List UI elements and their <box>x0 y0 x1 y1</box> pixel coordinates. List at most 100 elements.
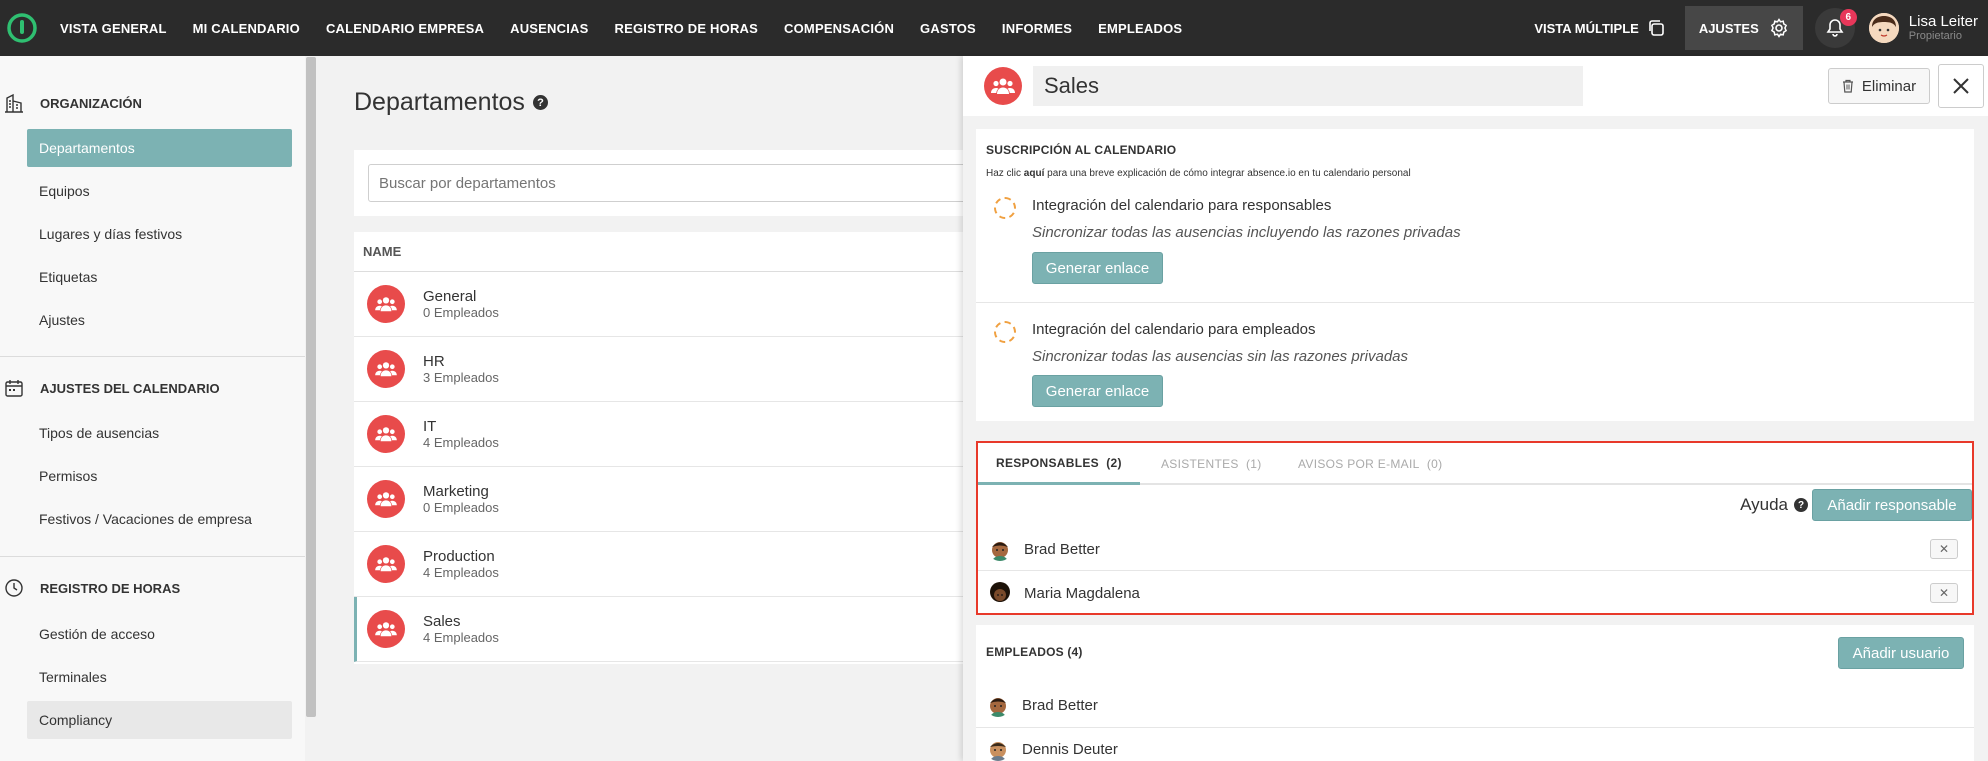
notification-badge: 6 <box>1839 9 1857 26</box>
user-menu[interactable]: Lisa Leiter Propietario <box>1868 12 1978 43</box>
ayuda-label: Ayuda <box>1740 495 1788 514</box>
sidebar-item-permisos[interactable]: Permisos <box>27 457 292 495</box>
settings-sidebar: ORGANIZACIÓN Departamentos Equipos Lugar… <box>0 56 305 761</box>
avatar <box>988 537 1012 561</box>
nav-vista-general[interactable]: VISTA GENERAL <box>60 21 167 36</box>
section-calendario: AJUSTES DEL CALENDARIO <box>0 378 220 398</box>
department-row[interactable]: IT 4 Empleados <box>354 402 974 467</box>
department-employee-count: 4 Empleados <box>423 434 499 450</box>
divider <box>976 302 1974 303</box>
avatar <box>986 737 1010 761</box>
employee-row[interactable]: Brad Better <box>976 683 1970 727</box>
department-row[interactable]: Sales 4 Empleados <box>354 597 974 662</box>
department-name: General <box>423 287 477 305</box>
ajustes-button[interactable]: AJUSTES <box>1684 6 1803 50</box>
sidebar-item-etiquetas[interactable]: Etiquetas <box>27 258 292 296</box>
nav-calendario-empresa[interactable]: CALENDARIO EMPRESA <box>326 21 484 36</box>
sidebar-item-ajustes[interactable]: Ajustes <box>27 301 292 339</box>
tab-avisos-email[interactable]: AVISOS POR E-MAIL (0) <box>1298 443 1442 485</box>
building-icon <box>5 93 23 113</box>
sidebar-item-tipos-ausencias[interactable]: Tipos de ausencias <box>27 414 292 452</box>
user-name: Lisa Leiter <box>1908 12 1978 30</box>
department-name: HR <box>423 352 445 370</box>
vista-multiple-button[interactable]: VISTA MÚLTIPLE <box>1534 19 1664 37</box>
add-user-button[interactable]: Añadir usuario <box>1838 637 1964 669</box>
search-card <box>354 150 988 216</box>
responsables-tabs-section: RESPONSABLES (2) ASISTENTES (1) AVISOS P… <box>976 441 1974 615</box>
add-responsable-button[interactable]: Añadir responsable <box>1812 489 1972 521</box>
department-employee-count: 4 Empleados <box>423 564 499 580</box>
departments-table: NAME General 0 Empleados HR 3 Empleados IT 4 … <box>354 232 974 664</box>
tab-responsables[interactable]: RESPONSABLES (2) <box>978 443 1140 485</box>
department-search-input[interactable] <box>368 164 988 202</box>
employee-name: Brad Better <box>1022 696 1098 714</box>
avatar <box>986 693 1010 717</box>
department-info: General 0 Empleados <box>423 288 499 321</box>
user-role: Propietario <box>1908 29 1962 42</box>
section-calendario-title: AJUSTES DEL CALENDARIO <box>40 380 220 396</box>
department-employee-count: 4 Empleados <box>423 629 499 645</box>
employees-card: EMPLEADOS (4) Añadir usuario Brad Better… <box>976 625 1974 761</box>
subscription-title: SUSCRIPCIÓN AL CALENDARIO <box>986 143 1177 157</box>
sidebar-item-lugares[interactable]: Lugares y días festivos <box>27 215 292 253</box>
department-row[interactable]: Marketing 0 Empleados <box>354 467 974 532</box>
help-icon[interactable]: ? <box>532 95 548 110</box>
department-name: Marketing <box>423 482 489 500</box>
notifications-button[interactable]: 6 <box>1814 8 1857 48</box>
department-detail-panel: Eliminar SUSCRIPCIÓN AL CALENDARIO Haz c… <box>963 56 1988 761</box>
remove-responsable-button[interactable]: ✕ <box>1930 583 1958 603</box>
delete-button[interactable]: Eliminar <box>1828 68 1930 104</box>
remove-responsable-button[interactable]: ✕ <box>1930 539 1958 559</box>
integration-title: Integración del calendario para empleado… <box>1032 321 1316 338</box>
tab-label: AVISOS POR E-MAIL <box>1298 457 1420 471</box>
employee-row[interactable]: Dennis Deuter <box>976 727 1970 761</box>
tab-count: (1) <box>1245 457 1262 471</box>
department-info: Marketing 0 Empleados <box>423 483 499 516</box>
sidebar-item-festivos[interactable]: Festivos / Vacaciones de empresa <box>27 500 292 538</box>
department-info: Sales 4 Empleados <box>423 613 499 646</box>
sidebar-item-compliancy[interactable]: Compliancy <box>27 701 292 739</box>
sidebar-item-gestion-acceso[interactable]: Gestión de acceso <box>27 615 292 653</box>
nav-compensacion[interactable]: COMPENSACIÓN <box>784 21 894 36</box>
section-registro-title: REGISTRO DE HORAS <box>40 580 181 596</box>
department-row[interactable]: HR 3 Empleados <box>354 337 974 402</box>
responsable-row: Maria Magdalena ✕ <box>978 571 1972 615</box>
sidebar-item-equipos[interactable]: Equipos <box>27 172 292 210</box>
department-info: IT 4 Empleados <box>423 418 499 451</box>
departments-list: General 0 Empleados HR 3 Empleados IT 4 Emple… <box>354 272 974 662</box>
nav-mi-calendario[interactable]: MI CALENDARIO <box>193 21 300 36</box>
ayuda-link[interactable]: Ayuda ? <box>1740 495 1808 515</box>
column-header-name[interactable]: NAME <box>354 232 974 272</box>
sidebar-item-departamentos[interactable]: Departamentos <box>27 129 292 167</box>
integration-responsables: Integración del calendario para responsa… <box>976 189 1971 299</box>
department-row[interactable]: General 0 Empleados <box>354 272 974 337</box>
calendar-subscription-card: SUSCRIPCIÓN AL CALENDARIO Haz clic aquí … <box>976 129 1974 421</box>
close-button[interactable] <box>1938 64 1984 108</box>
clock-icon <box>5 579 23 597</box>
department-group-icon <box>367 545 405 583</box>
app-logo-icon[interactable] <box>6 12 38 44</box>
help-link[interactable]: aquí <box>1024 168 1045 179</box>
nav-registro-de-horas[interactable]: REGISTRO DE HORAS <box>614 21 758 36</box>
section-organizacion: ORGANIZACIÓN <box>0 93 142 113</box>
department-name: IT <box>423 417 437 435</box>
department-row[interactable]: Production 4 Empleados <box>354 532 974 597</box>
department-employee-count: 0 Empleados <box>423 499 499 515</box>
user-avatar <box>1868 13 1899 43</box>
delete-label: Eliminar <box>1861 77 1917 95</box>
department-name-input[interactable] <box>1033 66 1583 106</box>
generar-enlace-button[interactable]: Generar enlace <box>1032 375 1163 407</box>
nav-ausencias[interactable]: AUSENCIAS <box>510 21 588 36</box>
trash-icon <box>1842 79 1853 93</box>
tab-label: ASISTENTES <box>1161 457 1239 471</box>
tab-count: (0) <box>1426 457 1443 471</box>
nav-gastos[interactable]: GASTOS <box>920 21 976 36</box>
sidebar-item-terminales[interactable]: Terminales <box>27 658 292 696</box>
sidebar-scrollbar[interactable] <box>306 57 316 717</box>
department-group-icon <box>367 350 405 388</box>
nav-informes[interactable]: INFORMES <box>1002 21 1072 36</box>
tab-asistentes[interactable]: ASISTENTES (1) <box>1161 443 1262 485</box>
generar-enlace-button[interactable]: Generar enlace <box>1032 252 1163 284</box>
vista-multiple-label: VISTA MÚLTIPLE <box>1534 20 1639 36</box>
nav-empleados[interactable]: EMPLEADOS <box>1098 21 1182 36</box>
